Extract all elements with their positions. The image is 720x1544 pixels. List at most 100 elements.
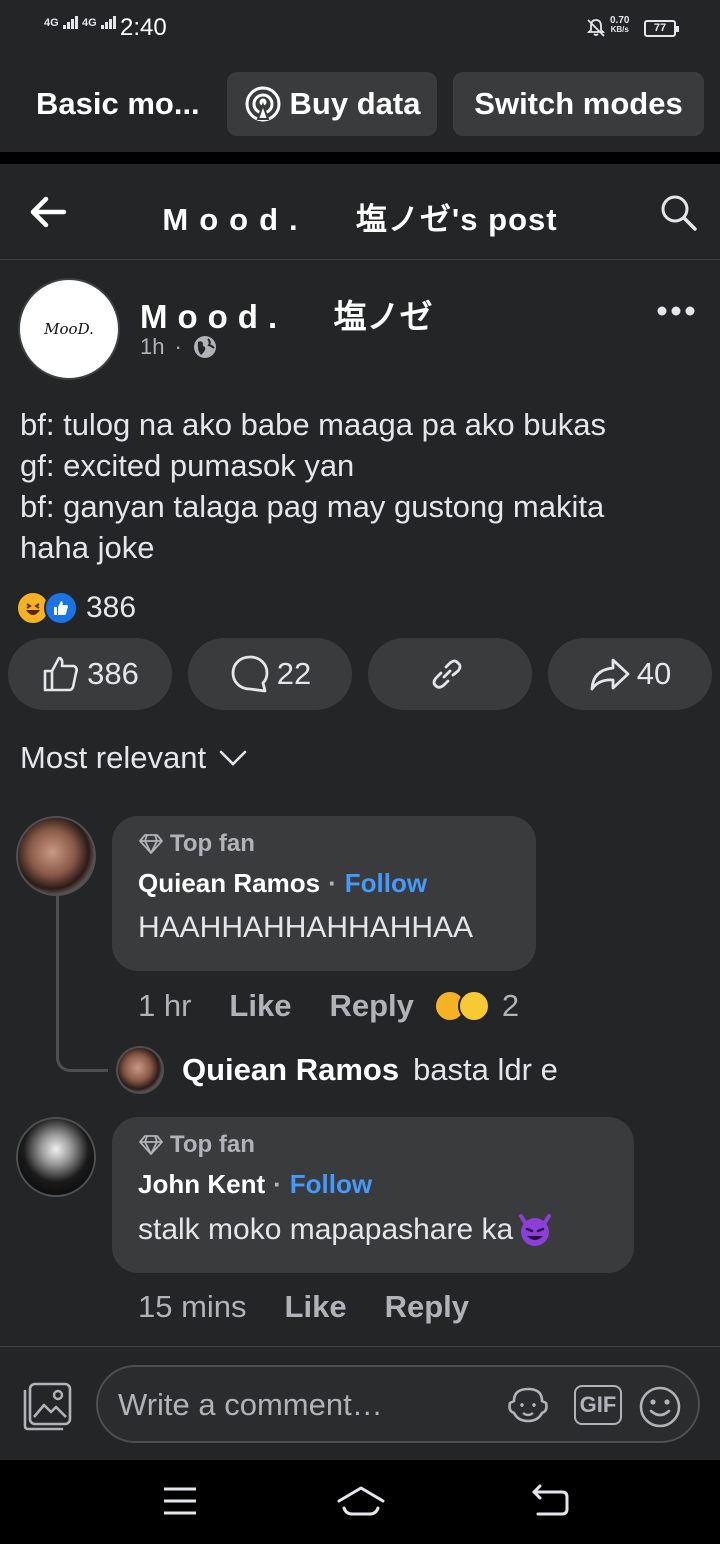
comment-reaction-count: 2 — [501, 988, 520, 1023]
comment-like-button[interactable]: Like — [285, 1289, 347, 1325]
comment-bubble[interactable]: Top fan Quiean Ramos · Follow HAAHHAHHAH… — [112, 816, 536, 971]
sort-label: Most relevant — [20, 740, 207, 775]
comment-button[interactable]: 22 — [188, 638, 352, 710]
more-options-icon[interactable] — [657, 306, 697, 316]
signal-indicator-1: 4G — [44, 16, 79, 29]
post-time: 1h — [140, 334, 165, 359]
follow-link[interactable]: Follow — [345, 868, 427, 899]
network-type-label: 4G — [82, 17, 97, 29]
comment-like-button[interactable]: Like — [229, 988, 291, 1024]
network-type-label: 4G — [44, 17, 59, 29]
comment-header: Quiean Ramos · Follow — [138, 868, 428, 899]
follow-link[interactable]: Follow — [290, 1169, 372, 1200]
system-nav-bar — [0, 1460, 720, 1544]
broadcast-icon — [245, 86, 281, 122]
page-name: Mood. — [162, 202, 309, 237]
like-emoji-icon — [44, 591, 78, 625]
comment-bubble[interactable]: Top fan John Kent · Follow stalk moko ma… — [112, 1117, 634, 1273]
mode-title: Basic mo... — [36, 86, 200, 121]
gif-button[interactable]: GIF — [574, 1385, 622, 1425]
photo-gallery-icon[interactable] — [20, 1381, 74, 1431]
status-bar: 4G 4G 2:40 0.70 KB/s 77 — [0, 0, 720, 56]
like-count: 386 — [87, 656, 139, 691]
clock: 2:40 — [120, 14, 167, 41]
share-button[interactable]: 40 — [548, 638, 712, 710]
commenter-avatar[interactable] — [16, 1117, 96, 1197]
comment-composer: GIF — [0, 1346, 720, 1460]
comment-time: 1 hr — [138, 988, 192, 1023]
post-line: haha joke — [20, 530, 155, 565]
post-line: bf: tulog na ako babe maaga pa ako bukas — [20, 407, 606, 442]
page-avatar[interactable]: MooD. — [18, 278, 120, 380]
comment-text: stalk moko mapapashare ka — [138, 1212, 608, 1248]
gif-label: GIF — [579, 1392, 617, 1417]
reply-thread-line — [56, 894, 108, 1072]
chevron-down-icon — [219, 750, 247, 766]
comment-sort-dropdown[interactable]: Most relevant — [20, 740, 248, 776]
comment-reactions[interactable] — [433, 990, 490, 1022]
share-count: 40 — [636, 656, 672, 691]
back-nav-icon[interactable] — [530, 1484, 570, 1518]
copy-link-button[interactable] — [368, 638, 532, 710]
comment-actions: 1 hr Like Reply 2 — [138, 988, 519, 1024]
comment-time: 15 mins — [138, 1289, 247, 1324]
comment-reply-button[interactable]: Reply — [329, 988, 413, 1024]
avatar-logo-text: MooD. — [44, 320, 94, 338]
switch-modes-button[interactable]: Switch modes — [453, 72, 704, 136]
reply-avatar — [116, 1046, 164, 1094]
comment-input[interactable] — [118, 1385, 498, 1425]
author-name: Mood. — [140, 298, 288, 335]
commenter-avatar[interactable] — [16, 816, 96, 896]
battery-icon: 77 — [644, 20, 679, 37]
author-name-suffix: 塩ノゼ — [333, 298, 433, 335]
diamond-icon — [139, 834, 163, 854]
comment-count: 22 — [276, 656, 312, 691]
thumbs-up-icon — [43, 656, 79, 692]
comment-input-box[interactable]: GIF — [96, 1365, 700, 1443]
buy-data-button[interactable]: Buy data — [227, 72, 437, 136]
commenter-name[interactable]: John Kent — [138, 1169, 265, 1200]
devil-emoji-icon — [519, 1214, 552, 1246]
top-fan-badge: Top fan — [138, 1131, 608, 1159]
like-button[interactable]: 386 — [8, 638, 172, 710]
commenter-name[interactable]: Quiean Ramos — [138, 868, 320, 899]
reply-text: basta ldr e — [413, 1052, 558, 1087]
search-icon[interactable] — [658, 192, 698, 232]
top-fan-badge: Top fan — [138, 830, 510, 858]
post-line: bf: ganyan talaga pag may gustong makita — [20, 489, 605, 524]
switch-modes-label: Switch modes — [474, 86, 683, 121]
network-speed: 0.70 KB/s — [610, 15, 630, 35]
comment-reply-button[interactable]: Reply — [385, 1289, 469, 1325]
signal-bars-icon — [62, 16, 79, 29]
post-meta: 1h · — [140, 334, 218, 360]
post-line: gf: excited pumasok yan — [20, 448, 355, 483]
share-arrow-icon — [590, 658, 630, 691]
notifications-muted-icon — [586, 19, 606, 37]
post-author[interactable]: Mood. 塩ノゼ — [140, 290, 432, 338]
divider — [0, 152, 720, 164]
page-title-suffix: 塩ノゼ's post — [355, 202, 558, 237]
reply-author-name: Quiean Ramos — [182, 1052, 400, 1087]
buy-data-label: Buy data — [289, 86, 421, 121]
emoji-icon[interactable] — [638, 1385, 682, 1429]
page-title: Mood. 塩ノゼ's post — [0, 194, 720, 239]
reply-preview[interactable]: Quiean Ramos basta ldr e — [116, 1046, 558, 1094]
home-icon[interactable] — [336, 1484, 386, 1518]
reaction-count: 386 — [86, 591, 137, 624]
menu-icon[interactable] — [162, 1484, 198, 1518]
avatar-sticker-icon[interactable] — [504, 1385, 552, 1425]
comment-text: HAAHHAHHAHHAHHAA — [138, 911, 474, 944]
globe-icon — [193, 336, 216, 358]
diamond-icon — [139, 1135, 163, 1155]
comment-header: John Kent · Follow — [138, 1169, 373, 1200]
comment-actions: 15 mins Like Reply — [138, 1289, 469, 1325]
reaction-summary[interactable]: 386 — [16, 590, 136, 626]
post-body: bf: tulog na ako babe maaga pa ako bukas… — [20, 404, 710, 568]
sad-emoji-icon — [457, 990, 490, 1022]
signal-bars-icon — [100, 16, 117, 29]
signal-indicator-2: 4G — [82, 16, 117, 29]
data-mode-bar: Basic mo... Buy data Switch modes — [0, 56, 720, 152]
post-header-bar: Mood. 塩ノゼ's post — [0, 164, 720, 260]
link-icon — [432, 659, 462, 689]
comment-bubble-icon — [231, 655, 269, 693]
